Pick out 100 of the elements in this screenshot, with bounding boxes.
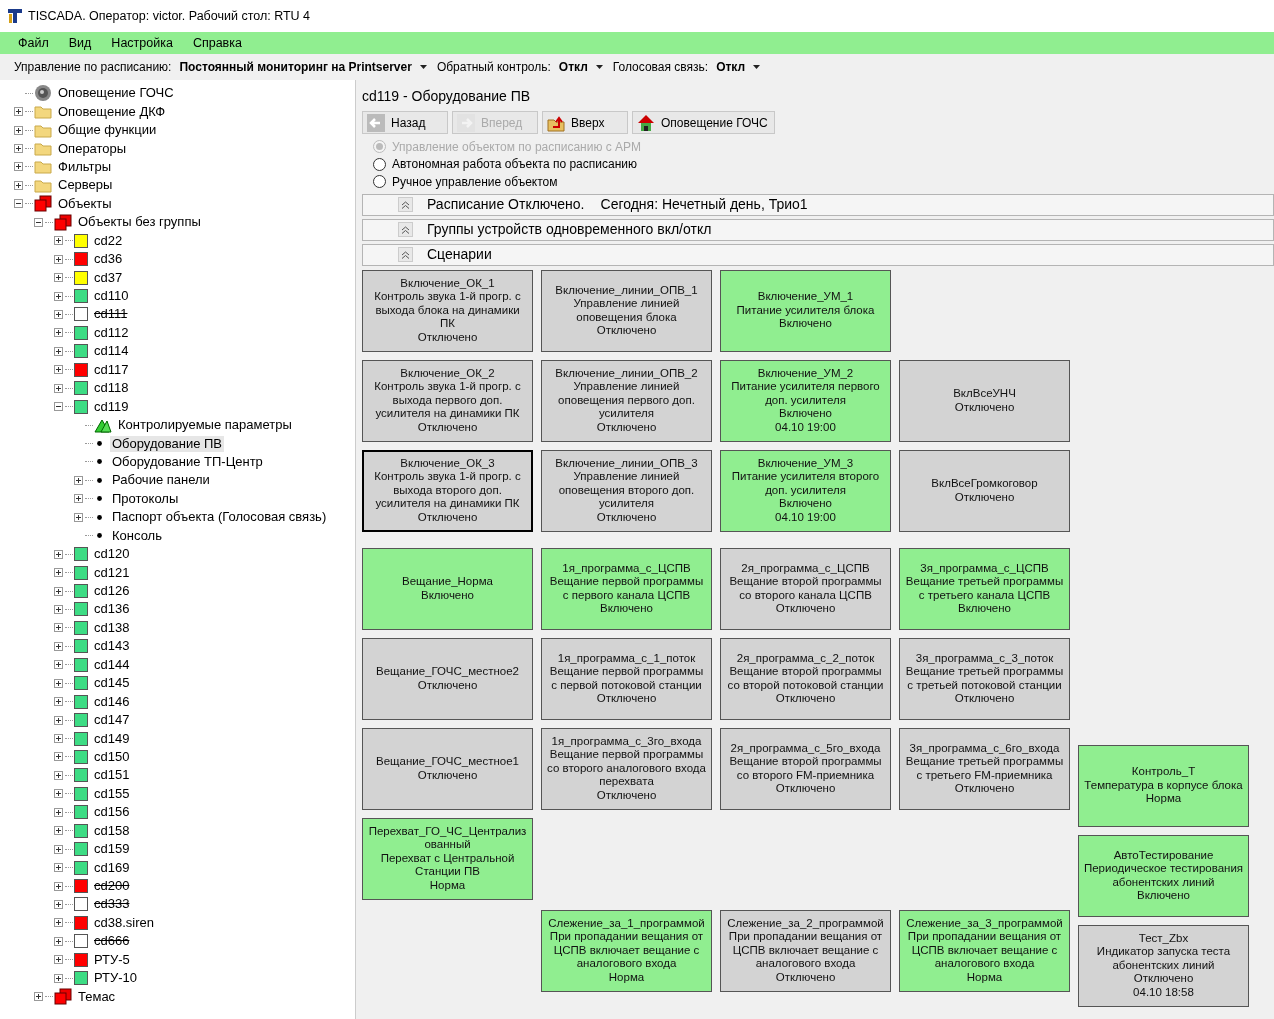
- expand-icon[interactable]: [54, 734, 63, 744]
- tree-item[interactable]: cd118: [92, 380, 131, 397]
- expand-icon[interactable]: [14, 125, 23, 135]
- nav-button[interactable]: Оповещение ГОЧС: [632, 111, 775, 134]
- tree-item[interactable]: cd114: [92, 343, 131, 360]
- tree-item[interactable]: cd146: [92, 693, 132, 710]
- expand-icon[interactable]: [54, 365, 63, 375]
- scenario-tile[interactable]: Вещание_ГОЧС_местное2 Отключено: [362, 637, 533, 720]
- scenario-tile[interactable]: Тест_Zbx Индикатор запуска теста абонентских линий Отключено 04.10 18:58: [1078, 924, 1249, 1007]
- expand-icon[interactable]: [54, 383, 63, 393]
- tree-item[interactable]: cd22: [92, 232, 125, 249]
- expand-icon[interactable]: [54, 641, 63, 651]
- menu-item[interactable]: Файл: [8, 33, 59, 53]
- scenario-tile[interactable]: Включение_УМ_2 Питание усилителя первого доп. усилителя Включено 04.10 19:00: [720, 359, 891, 442]
- tree-item[interactable]: Паспорт объекта (Голосовая связь): [110, 509, 329, 526]
- scenario-tile[interactable]: Слежение_за_1_программой При пропадании вещания от ЦСПВ включает вещание с аналогового входа Норма: [541, 909, 712, 992]
- tree-item[interactable]: cd155: [92, 785, 132, 802]
- expand-icon[interactable]: [54, 604, 63, 614]
- expand-icon[interactable]: [54, 844, 63, 854]
- expand-icon[interactable]: [74, 475, 83, 485]
- expand-icon[interactable]: [54, 678, 63, 688]
- tree-item[interactable]: Серверы: [56, 177, 115, 194]
- scenario-tile[interactable]: Вещание_Норма Включено: [362, 547, 533, 630]
- tree-item[interactable]: cd149: [92, 730, 132, 747]
- tree-item[interactable]: Операторы: [56, 140, 129, 157]
- tree-item[interactable]: cd136: [92, 601, 132, 618]
- scenario-tile[interactable]: 1я_программа_с_1_поток Вещание первой программы с первой потоковой станции Отключено: [541, 637, 712, 720]
- expand-icon[interactable]: [54, 254, 63, 264]
- expand-icon[interactable]: [54, 863, 63, 873]
- expand-icon[interactable]: [74, 494, 83, 504]
- scenario-tile[interactable]: Включение_линии_ОПВ_1 Управление линией оповещения блока Отключено: [541, 269, 712, 352]
- scenario-tile[interactable]: 3я_программа_с_6го_входа Вещание третьей программы с третьего FM-приемника Отключено: [899, 727, 1070, 810]
- scenario-tile[interactable]: 3я_программа_с_3_поток Вещание третьей программы с третьей потоковой станции Отключено: [899, 637, 1070, 720]
- tree-item[interactable]: cd110: [92, 288, 131, 305]
- tree-item[interactable]: cd138: [92, 619, 132, 636]
- tree-item[interactable]: Оборудование ТП-Центр: [110, 453, 265, 470]
- expand-icon[interactable]: [14, 162, 23, 172]
- tree-item[interactable]: cd150: [92, 748, 132, 765]
- scenario-tile[interactable]: 2я_программа_с_ЦСПВ Вещание второй программы со второго канала ЦСПВ Отключено: [720, 547, 891, 630]
- nav-button[interactable]: Назад: [362, 111, 448, 134]
- tree-item[interactable]: cd121: [92, 564, 132, 581]
- expand-icon[interactable]: [34, 992, 43, 1002]
- tree-item[interactable]: cd159: [92, 841, 132, 858]
- collapse-icon[interactable]: [54, 402, 63, 412]
- tree-item[interactable]: Темас: [76, 988, 118, 1005]
- tree-item[interactable]: РТУ-10: [92, 970, 140, 987]
- section-header[interactable]: Группы устройств одновременного вкл/откл: [362, 218, 1274, 241]
- tree-item[interactable]: cd169: [92, 859, 132, 876]
- expand-icon[interactable]: [54, 826, 63, 836]
- tree-item[interactable]: cd158: [92, 822, 132, 839]
- expand-icon[interactable]: [14, 180, 23, 190]
- tree-item[interactable]: Оповещение ДКФ: [56, 103, 168, 120]
- expand-icon[interactable]: [74, 512, 83, 522]
- menu-item[interactable]: Настройка: [101, 33, 183, 53]
- dropdown[interactable]: Постоянный мониторинг на Printserver: [175, 58, 431, 76]
- tree-item[interactable]: cd119: [92, 398, 131, 415]
- scenario-tile[interactable]: Перехват_ГО_ЧС_Централизованный Перехват с Центральной Станции ПВ Норма: [362, 817, 533, 900]
- expand-icon[interactable]: [54, 918, 63, 928]
- collapse-icon[interactable]: [34, 217, 43, 227]
- tree-item[interactable]: cd120: [92, 546, 132, 563]
- tree-item[interactable]: РТУ-5: [92, 951, 132, 968]
- expand-icon[interactable]: [54, 291, 63, 301]
- dropdown[interactable]: Откл: [554, 58, 607, 76]
- tree-item[interactable]: cd112: [92, 324, 131, 341]
- tree-item[interactable]: Объекты: [56, 195, 114, 212]
- tree-item[interactable]: cd126: [92, 583, 132, 600]
- expand-icon[interactable]: [54, 752, 63, 762]
- expand-icon[interactable]: [54, 586, 63, 596]
- tree-item[interactable]: Рабочие панели: [110, 472, 212, 489]
- tree-item[interactable]: cd147: [92, 712, 132, 729]
- expand-icon[interactable]: [54, 770, 63, 780]
- nav-button[interactable]: Вверх: [542, 111, 628, 134]
- tree-item[interactable]: cd144: [92, 656, 132, 673]
- scenario-tile[interactable]: 3я_программа_с_ЦСПВ Вещание третьей программы с третьего канала ЦСПВ Включено: [899, 547, 1070, 630]
- expand-icon[interactable]: [54, 697, 63, 707]
- scenario-tile[interactable]: 1я_программа_с_ЦСПВ Вещание первой программы с первого канала ЦСПВ Включено: [541, 547, 712, 630]
- expand-icon[interactable]: [54, 660, 63, 670]
- tree-item[interactable]: cd37: [92, 269, 125, 286]
- tree-item[interactable]: Протоколы: [110, 490, 181, 507]
- scenario-tile[interactable]: Включение_линии_ОПВ_3 Управление линией оповещения второго доп. усилителя Отключено: [541, 449, 712, 532]
- expand-icon[interactable]: [54, 236, 63, 246]
- expand-icon[interactable]: [54, 273, 63, 283]
- tree-item[interactable]: Консоль: [110, 527, 164, 544]
- scenario-tile[interactable]: АвтоТестирование Периодическое тестирования абонентских линий Включено: [1078, 834, 1249, 917]
- expand-icon[interactable]: [54, 973, 63, 983]
- expand-icon[interactable]: [54, 955, 63, 965]
- radio-button[interactable]: [373, 175, 386, 189]
- scenario-tile[interactable]: Слежение_за_2_программой При пропадании вещания от ЦСПВ включает вещание с аналогового входа Отключено: [720, 909, 891, 992]
- tree-item[interactable]: cd117: [92, 361, 131, 378]
- scenario-tile[interactable]: ВклВсеГромкоговор Отключено: [899, 449, 1070, 532]
- section-header[interactable]: Расписание Отключено. Сегодня: Нечетный день, Трио1: [362, 193, 1274, 216]
- section-header[interactable]: Сценарии: [362, 243, 1274, 266]
- expand-icon[interactable]: [14, 107, 23, 117]
- tree-item[interactable]: cd151: [92, 767, 132, 784]
- expand-icon[interactable]: [54, 807, 63, 817]
- tree-item[interactable]: Контролируемые параметры: [116, 417, 294, 434]
- expand-icon[interactable]: [54, 715, 63, 725]
- tree-item[interactable]: cd36: [92, 251, 125, 268]
- scenario-tile[interactable]: 2я_программа_с_2_поток Вещание второй программы со второй потоковой станции Отключено: [720, 637, 891, 720]
- menu-item[interactable]: Вид: [58, 33, 102, 53]
